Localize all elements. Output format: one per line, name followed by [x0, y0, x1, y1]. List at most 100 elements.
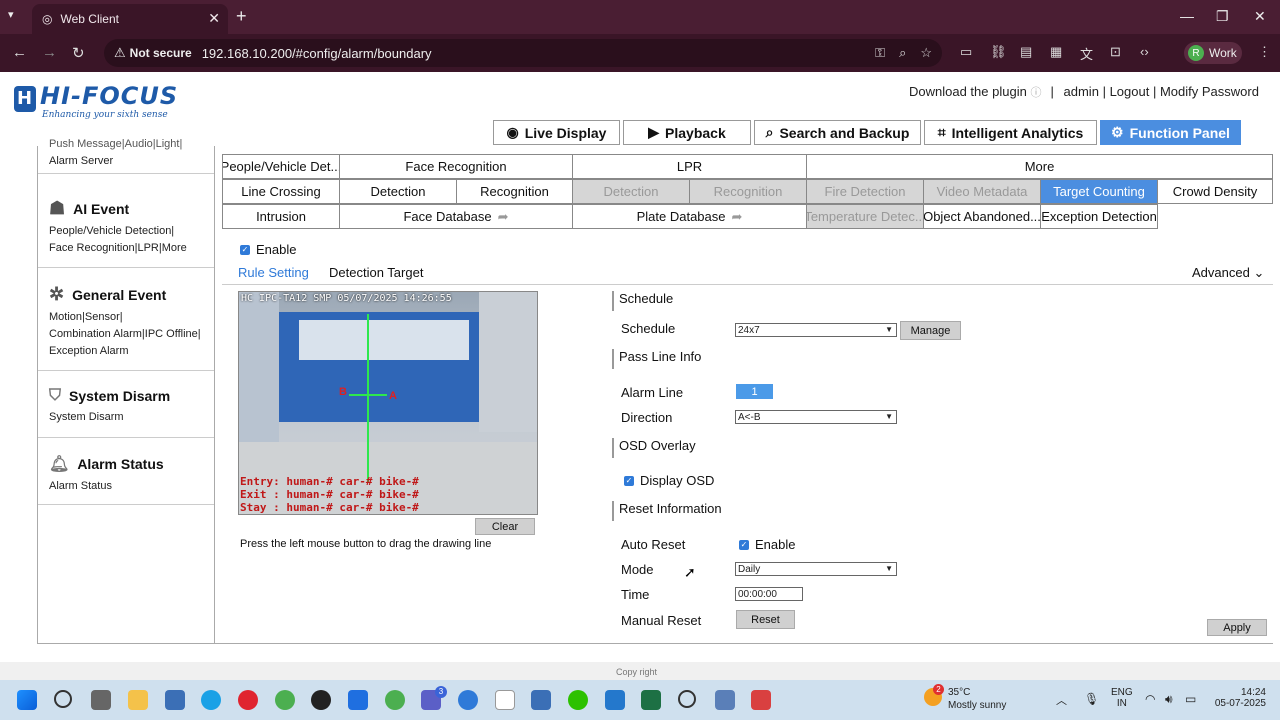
zoom-icon[interactable]: ⌕	[899, 45, 906, 61]
reading-mode-icon[interactable]: ▤	[1020, 44, 1032, 60]
minimize-icon[interactable]: —	[1180, 8, 1194, 24]
chatgpt-icon[interactable]	[311, 690, 331, 710]
battery-icon[interactable]: ▭	[1185, 692, 1196, 706]
app-icon-3[interactable]	[458, 690, 478, 710]
tab-line-crossing[interactable]: Line Crossing	[222, 179, 340, 204]
sidebar-item-alarm-status[interactable]: 🔔︎ Alarm Status Alarm Status	[38, 438, 214, 505]
menu-icon[interactable]: ⋮	[1258, 44, 1271, 60]
tab-intrusion[interactable]: Intrusion	[222, 204, 340, 229]
wechat-icon[interactable]	[568, 690, 588, 710]
app-icon[interactable]	[165, 690, 185, 710]
tab-target-counting[interactable]: Target Counting	[1040, 179, 1158, 204]
close-window-icon[interactable]: ✕	[1254, 8, 1266, 25]
download-plugin-link[interactable]: Download the plugin	[909, 84, 1027, 99]
direction-select[interactable]: A<-B ▼	[735, 410, 897, 424]
circle-app-icon[interactable]	[678, 690, 696, 708]
weather-temp[interactable]: 35°C	[948, 687, 970, 698]
logout-link[interactable]: Logout	[1110, 84, 1150, 99]
url-bar[interactable]: ⚠ Not secure 192.168.10.200/#config/alar…	[104, 39, 942, 67]
search-icon[interactable]	[54, 690, 72, 708]
nav-intelligent-analytics[interactable]: ⌗ Intelligent Analytics	[924, 120, 1097, 145]
bookmark-star-icon[interactable]: ☆	[920, 45, 932, 61]
new-tab-icon[interactable]: +	[236, 6, 247, 27]
manage-button[interactable]: Manage	[900, 321, 961, 340]
link-icon[interactable]: ⛓	[990, 44, 1007, 60]
excel-icon[interactable]	[641, 690, 661, 710]
tab-crowd-density[interactable]: Crowd Density	[1157, 179, 1273, 204]
password-key-icon[interactable]: ⚿	[875, 45, 885, 61]
weather-desc[interactable]: Mostly sunny	[948, 700, 1006, 711]
clear-button[interactable]: Clear	[475, 518, 535, 535]
tab-exception-detection[interactable]: Exception Detection	[1040, 204, 1158, 229]
file-explorer-icon[interactable]	[128, 690, 148, 710]
tab-face-database[interactable]: Face Database ➦	[339, 204, 573, 229]
alarm-line-button[interactable]: 1	[736, 384, 773, 399]
camera-preview[interactable]: B A HC IPC-TA12 SMP 05/07/2025 14:26:55 …	[238, 291, 538, 515]
tab-list-icon[interactable]: ▾	[8, 8, 14, 21]
nav-playback[interactable]: ▶ Playback	[623, 120, 751, 145]
sidebar-item-ai-event[interactable]: ☗ AI Event People/Vehicle Detection| Face…	[38, 184, 214, 268]
app-icon-5[interactable]	[751, 690, 771, 710]
tab-rule-setting[interactable]: Rule Setting	[238, 265, 309, 280]
apply-button[interactable]: Apply	[1207, 619, 1267, 636]
clock[interactable]: 14:24 05-07-2025	[1212, 687, 1266, 709]
tab-lpr-recognition[interactable]: Recognition	[689, 179, 807, 204]
modify-password-link[interactable]: Modify Password	[1160, 84, 1259, 99]
sidebar-item-system-disarm[interactable]: ⛉ System Disarm System Disarm	[38, 371, 214, 438]
tab-people-vehicle[interactable]: People/Vehicle Det...	[222, 154, 340, 179]
enable-checkbox[interactable]: ✓ Enable	[240, 242, 296, 257]
tab-face-detection[interactable]: Detection	[339, 179, 457, 204]
chrome-active-icon[interactable]	[385, 690, 405, 710]
reload-icon[interactable]: ↻	[72, 44, 85, 62]
profile-button[interactable]: R Work	[1184, 42, 1242, 64]
tab-more[interactable]: More	[806, 154, 1273, 179]
app-icon-2[interactable]	[348, 690, 368, 710]
tab-fire-detection[interactable]: Fire Detection	[806, 179, 924, 204]
tab-lpr-detection[interactable]: Detection	[572, 179, 690, 204]
counting-line[interactable]	[367, 314, 369, 482]
tab-temperature-detection[interactable]: Temperature Detec...	[806, 204, 924, 229]
tab-plate-database[interactable]: Plate Database ➦	[572, 204, 807, 229]
tab-object-abandoned[interactable]: Object Abandoned...	[923, 204, 1041, 229]
browser-tab[interactable]: ◎ Web Client ✕	[32, 4, 228, 34]
sidebar-item-alarm-linkage[interactable]: Push Message|Audio|Light| Alarm Server	[38, 136, 214, 174]
tab-lpr[interactable]: LPR	[572, 154, 807, 179]
microphone-icon[interactable]: 🎙︎	[1084, 692, 1099, 706]
chrome-icon[interactable]	[275, 690, 295, 710]
nav-function-panel[interactable]: ⚙ Function Panel	[1100, 120, 1241, 145]
qr-icon[interactable]: ▦	[1050, 44, 1062, 60]
tab-detection-target[interactable]: Detection Target	[329, 265, 423, 280]
app-icon-4[interactable]	[715, 690, 735, 710]
volume-icon[interactable]: 🔊︎	[1165, 692, 1173, 707]
close-tab-icon[interactable]: ✕	[208, 10, 220, 27]
back-icon[interactable]: ←	[12, 44, 27, 61]
auto-reset-checkbox[interactable]: ✓ Enable	[739, 537, 795, 552]
tray-chevron-icon[interactable]: ︿	[1056, 692, 1067, 708]
nav-live-display[interactable]: ◉ Live Display	[493, 120, 620, 145]
vscode-icon[interactable]	[605, 690, 625, 710]
devtools-icon[interactable]: ‹›	[1140, 44, 1149, 59]
start-windows-icon[interactable]	[17, 690, 37, 710]
notepad-icon[interactable]	[495, 690, 515, 710]
tab-video-metadata[interactable]: Video Metadata	[923, 179, 1041, 204]
language-indicator[interactable]: ENG IN	[1111, 687, 1133, 709]
task-view-icon[interactable]	[91, 690, 111, 710]
wifi-icon[interactable]: ◠	[1145, 692, 1155, 706]
translate-icon[interactable]: 文	[1080, 44, 1093, 63]
display-osd-checkbox[interactable]: ✓ Display OSD	[624, 473, 714, 488]
edge-icon[interactable]	[201, 690, 221, 710]
mode-select[interactable]: Daily ▼	[735, 562, 897, 576]
sidebar-item-general-event[interactable]: ✲ General Event Motion|Sensor| Combinatio…	[38, 268, 214, 371]
sidebar-panel-icon[interactable]: ▭	[960, 44, 972, 60]
schedule-select[interactable]: 24x7 ▼	[735, 323, 897, 337]
tab-face-recognition[interactable]: Face Recognition	[339, 154, 573, 179]
forward-icon[interactable]: →	[42, 44, 57, 61]
reset-button[interactable]: Reset	[736, 610, 795, 629]
opera-icon[interactable]	[238, 690, 258, 710]
advanced-toggle[interactable]: Advanced ⌄	[1192, 265, 1264, 281]
remote-icon[interactable]	[531, 690, 551, 710]
tab-face-recognition-sub[interactable]: Recognition	[456, 179, 573, 204]
screenshot-icon[interactable]: ⊡	[1110, 44, 1121, 60]
nav-search-backup[interactable]: ⌕ Search and Backup	[754, 120, 921, 145]
maximize-icon[interactable]: ❐	[1216, 8, 1229, 25]
